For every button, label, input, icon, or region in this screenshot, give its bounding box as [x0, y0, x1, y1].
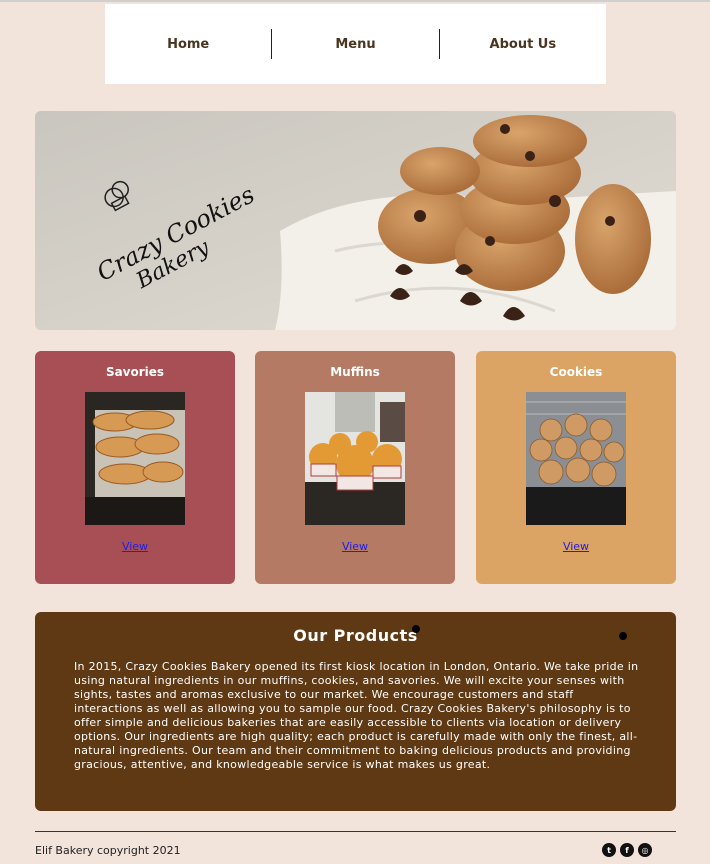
cookies-photo — [526, 392, 626, 525]
footer-copyright: Elif Bakery copyright 2021 — [35, 844, 181, 857]
our-products-section: Our Products In 2015, Crazy Cookies Bake… — [35, 612, 676, 811]
view-savories-link[interactable]: View — [122, 540, 148, 553]
top-nav: Home Menu About Us — [105, 4, 606, 84]
category-card-cookies: Cookies View — [476, 351, 676, 584]
nav-home-link[interactable]: Home — [105, 37, 271, 52]
card-title: Savories — [105, 365, 165, 379]
card-title: Cookies — [549, 365, 603, 379]
category-card-muffins: Muffins View — [255, 351, 455, 584]
products-heading: Our Products — [293, 626, 418, 645]
savories-photo — [85, 392, 185, 525]
category-card-savories: Savories View — [35, 351, 235, 584]
products-description: In 2015, Crazy Cookies Bakery opened its… — [74, 660, 639, 771]
decorative-dot — [619, 632, 627, 640]
view-cookies-link[interactable]: View — [563, 540, 589, 553]
twitter-icon[interactable]: t — [602, 843, 616, 857]
nav-about-link[interactable]: About Us — [440, 37, 606, 52]
social-links: t f ◎ — [602, 843, 652, 857]
card-title: Muffins — [330, 365, 380, 379]
instagram-icon[interactable]: ◎ — [638, 843, 652, 857]
view-muffins-link[interactable]: View — [342, 540, 368, 553]
muffins-photo — [305, 392, 405, 525]
decorative-dot — [412, 625, 420, 633]
hero-banner: Crazy Cookies Bakery — [35, 111, 676, 330]
hero-cookies-photo: Crazy Cookies Bakery — [35, 111, 676, 330]
nav-menu-link[interactable]: Menu — [272, 37, 438, 52]
facebook-icon[interactable]: f — [620, 843, 634, 857]
footer-divider — [35, 831, 676, 832]
